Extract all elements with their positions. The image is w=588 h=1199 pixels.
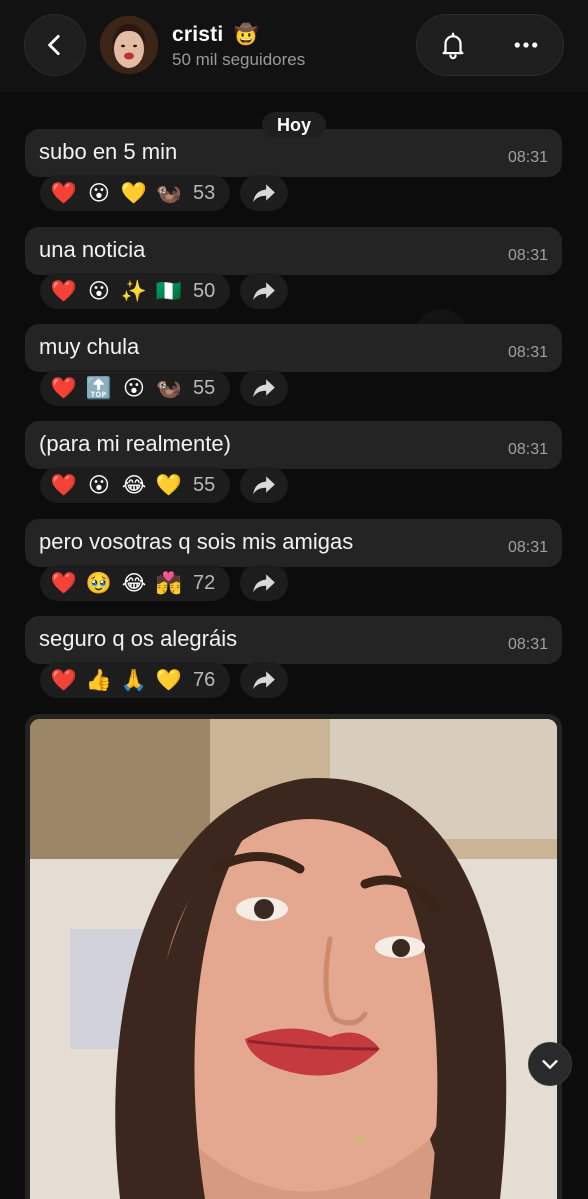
forward-button[interactable] (240, 565, 288, 601)
forward-arrow-icon (253, 379, 275, 398)
message-time: 08:31 (507, 344, 548, 361)
photo-image[interactable] (30, 719, 557, 1199)
reaction-heart: ❤️ (50, 180, 78, 205)
message-bubble[interactable]: pero vosotras q sois mis amigas 08:31 (25, 519, 562, 567)
reaction-sparkles: ✨ (120, 278, 148, 303)
forward-arrow-icon (253, 184, 275, 203)
forward-button[interactable] (240, 662, 288, 698)
reaction-count: 50 (193, 279, 216, 302)
message-text: seguro q os alegráis (39, 626, 238, 651)
reaction-count: 53 (193, 181, 216, 204)
reaction-flag: 🇳🇬 (155, 278, 183, 303)
message-bubble[interactable]: (para mi realmente) 08:31 (25, 421, 562, 469)
message-text: subo en 5 min (39, 139, 178, 164)
forward-arrow-icon (253, 671, 275, 690)
header-actions (416, 14, 564, 76)
reaction-surprised: 😮 (88, 279, 110, 303)
reaction-heart: ❤️ (50, 278, 78, 303)
forward-button[interactable] (240, 175, 288, 211)
reaction-bar[interactable]: ❤️ 😮 ✨ 🇳🇬 50 (40, 273, 230, 309)
forward-button[interactable] (240, 467, 288, 503)
chat-title-block[interactable]: cristi 🤠 50 mil seguidores (172, 22, 305, 71)
avatar-image (100, 16, 158, 74)
photo-message[interactable] (25, 714, 562, 1199)
message-time: 08:31 (507, 441, 548, 458)
reaction-bar[interactable]: ❤️ 😮 💛 🦦 53 (40, 175, 230, 211)
reaction-pleading: 🥹 (85, 570, 113, 595)
selfie-photo (30, 719, 557, 1199)
scroll-to-bottom-button[interactable] (528, 1042, 572, 1086)
reaction-heart: ❤️ (50, 472, 78, 497)
more-horizontal-icon (514, 42, 538, 48)
message-time: 08:31 (507, 539, 548, 556)
reaction-yellow-heart: 💛 (155, 667, 183, 692)
bell-icon (442, 32, 464, 60)
reaction-thumbs-up: 👍 (85, 667, 113, 692)
chevron-left-icon (48, 34, 60, 56)
forward-button[interactable] (240, 370, 288, 406)
message-bubble[interactable]: una noticia 08:31 (25, 227, 562, 275)
reaction-laughing: 😂 (121, 473, 147, 497)
reaction-count: 55 (193, 473, 216, 496)
chat-name-emoji: 🤠 (233, 22, 259, 46)
reaction-heart: ❤️ (50, 375, 78, 400)
reaction-count: 76 (193, 668, 216, 691)
more-options-button[interactable] (510, 30, 542, 60)
reaction-bar[interactable]: ❤️ 🔝 😮 🦦 55 (40, 370, 230, 406)
chat-screen: cristi 🤠 50 mil seguidores Hoy subo en 5… (0, 0, 588, 1199)
reaction-kiss: 💏 (155, 570, 183, 595)
chat-header: cristi 🤠 50 mil seguidores (0, 0, 588, 92)
forward-arrow-icon (253, 476, 275, 495)
message-bubble[interactable]: muy chula 08:31 (25, 324, 562, 372)
notifications-button[interactable] (438, 30, 468, 60)
reaction-heart: ❤️ (50, 667, 78, 692)
reaction-bar[interactable]: ❤️ 👍 🙏 💛 76 (40, 662, 230, 698)
forward-arrow-icon (253, 574, 275, 593)
back-button[interactable] (24, 14, 86, 76)
follower-count: 50 mil seguidores (172, 50, 306, 69)
forward-arrow-icon (253, 282, 275, 301)
chat-name: cristi 🤠 (172, 22, 305, 47)
message-time: 08:31 (507, 149, 548, 166)
chevron-down-icon (542, 1060, 558, 1069)
reaction-yellow-heart: 💛 (120, 180, 148, 205)
reaction-top: 🔝 (85, 375, 113, 400)
message-text: una noticia (39, 237, 146, 262)
reaction-pray: 🙏 (120, 667, 148, 692)
message-text: muy chula (39, 334, 140, 359)
reaction-bar[interactable]: ❤️ 🥹 😂 💏 72 (40, 565, 230, 601)
forward-button[interactable] (240, 273, 288, 309)
reaction-bar[interactable]: ❤️ 😮 😂 💛 55 (40, 467, 230, 503)
reaction-otter: 🦦 (155, 180, 183, 205)
reaction-laughing: 😂 (121, 571, 147, 595)
reaction-yellow-heart: 💛 (155, 472, 183, 497)
reaction-count: 55 (193, 376, 216, 399)
reaction-surprised: 😮 (123, 376, 145, 400)
reaction-surprised: 😮 (88, 181, 110, 205)
avatar[interactable] (100, 16, 158, 74)
message-time: 08:31 (507, 247, 548, 264)
reaction-heart: ❤️ (50, 570, 78, 595)
message-time: 08:31 (507, 636, 548, 653)
reaction-count: 72 (193, 571, 216, 594)
message-text: pero vosotras q sois mis amigas (39, 529, 354, 554)
reaction-surprised: 😮 (88, 473, 110, 497)
message-bubble[interactable]: seguro q os alegráis 08:31 (25, 616, 562, 664)
reaction-otter: 🦦 (155, 375, 183, 400)
date-separator: Hoy (262, 112, 326, 138)
message-text: (para mi realmente) (39, 431, 231, 456)
chat-name-text: cristi (172, 23, 224, 46)
